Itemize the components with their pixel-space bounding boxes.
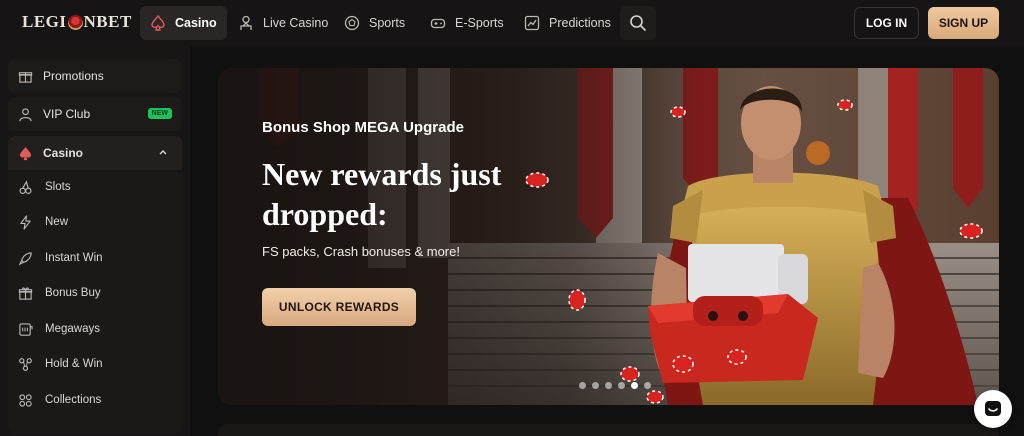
hold-win-icon (19, 357, 32, 371)
spade-icon (19, 146, 32, 160)
nav-casino-label: Casino (175, 16, 217, 30)
sidebar-item-vip-club[interactable]: VIP Club NEW (8, 97, 182, 131)
nav-sports-label: Sports (369, 16, 406, 30)
submenu-item-bonus-buy[interactable]: Bonus Buy (18, 278, 101, 308)
search-button[interactable] (620, 6, 656, 40)
unlock-rewards-button[interactable]: UNLOCK REWARDS (262, 288, 416, 326)
submenu-item-label: New (45, 216, 69, 228)
sidebar-item-label: Promotions (43, 69, 104, 83)
chat-support-button[interactable] (974, 390, 1012, 428)
nav-esports[interactable]: E-Sports (420, 6, 514, 40)
submenu-item-label: Hold & Win (45, 358, 103, 370)
carousel-dot[interactable] (605, 382, 612, 389)
logo[interactable]: LEGI NBET (22, 12, 132, 32)
submenu-item-hold-win[interactable]: Hold & Win (18, 349, 103, 379)
submenu-item-label: Bonus Buy (45, 287, 101, 299)
nav-predictions-label: Predictions (549, 16, 611, 30)
nav-live-casino[interactable]: Live Casino (228, 6, 338, 40)
gift-box-icon (18, 286, 33, 300)
carousel-dot[interactable] (644, 382, 651, 389)
sidebar-item-label: Casino (43, 146, 84, 160)
new-badge: NEW (147, 108, 172, 119)
carousel-dots (579, 382, 651, 389)
carousel-dot-active[interactable] (631, 382, 638, 389)
submenu-item-slots[interactable]: Slots (18, 172, 71, 202)
top-navigation-bar: LEGI NBET Casino Live Casino Sports E-Sp… (0, 0, 1024, 46)
user-icon (19, 107, 32, 121)
gift-icon (18, 71, 33, 83)
slot-machine-icon (19, 322, 33, 336)
casino-submenu: Slots New Instant Win Bonus Buy Megaways… (8, 172, 182, 434)
spade-icon (151, 15, 165, 31)
next-section-edge (218, 424, 999, 436)
helmet-logo-icon (67, 14, 83, 30)
banner-title: New rewards just dropped: (262, 156, 502, 232)
chevron-up-icon[interactable] (158, 147, 168, 157)
banner-subtitle: Bonus Shop MEGA Upgrade (262, 119, 464, 136)
sidebar-item-promotions[interactable]: Promotions (8, 59, 182, 93)
nav-live-casino-label: Live Casino (263, 16, 329, 30)
nav-esports-label: E-Sports (455, 16, 504, 30)
sidebar-item-casino[interactable]: Casino (8, 136, 182, 170)
logo-text-left: LEGI (22, 12, 67, 31)
logo-text-right: NBET (83, 12, 132, 31)
soccer-ball-icon (344, 15, 360, 31)
carousel-dot[interactable] (579, 382, 586, 389)
login-button[interactable]: LOG IN (854, 7, 919, 39)
carousel-dot[interactable] (618, 382, 625, 389)
dealer-icon (240, 15, 252, 30)
submenu-item-megaways[interactable]: Megaways (18, 314, 100, 344)
submenu-item-instant-win[interactable]: Instant Win (18, 243, 103, 273)
lightning-icon (20, 214, 31, 230)
nav-casino[interactable]: Casino (140, 6, 227, 40)
submenu-item-collections[interactable]: Collections (18, 385, 101, 415)
grid-icon (19, 393, 32, 407)
nav-sports[interactable]: Sports (334, 6, 415, 40)
carousel-dot[interactable] (592, 382, 599, 389)
nav-predictions[interactable]: Predictions (514, 6, 621, 40)
submenu-item-label: Collections (45, 394, 102, 406)
submenu-item-label: Instant Win (45, 252, 103, 264)
submenu-item-label: Slots (45, 181, 71, 193)
chat-icon (985, 401, 1001, 416)
sidebar: Promotions VIP Club NEW Casino Slots New… (0, 46, 190, 436)
chart-icon (524, 15, 540, 31)
sidebar-item-label: VIP Club (43, 107, 91, 121)
cherries-icon (19, 179, 32, 194)
gamepad-icon (430, 18, 446, 29)
rocket-icon (18, 251, 32, 265)
promo-banner[interactable]: Bonus Shop MEGA Upgrade New rewards just… (218, 68, 999, 405)
search-icon (630, 15, 646, 31)
banner-description: FS packs, Crash bonuses & more! (262, 244, 460, 259)
submenu-item-new[interactable]: New (18, 207, 68, 237)
signup-button[interactable]: SIGN UP (928, 7, 999, 39)
submenu-item-label: Megaways (45, 323, 100, 335)
